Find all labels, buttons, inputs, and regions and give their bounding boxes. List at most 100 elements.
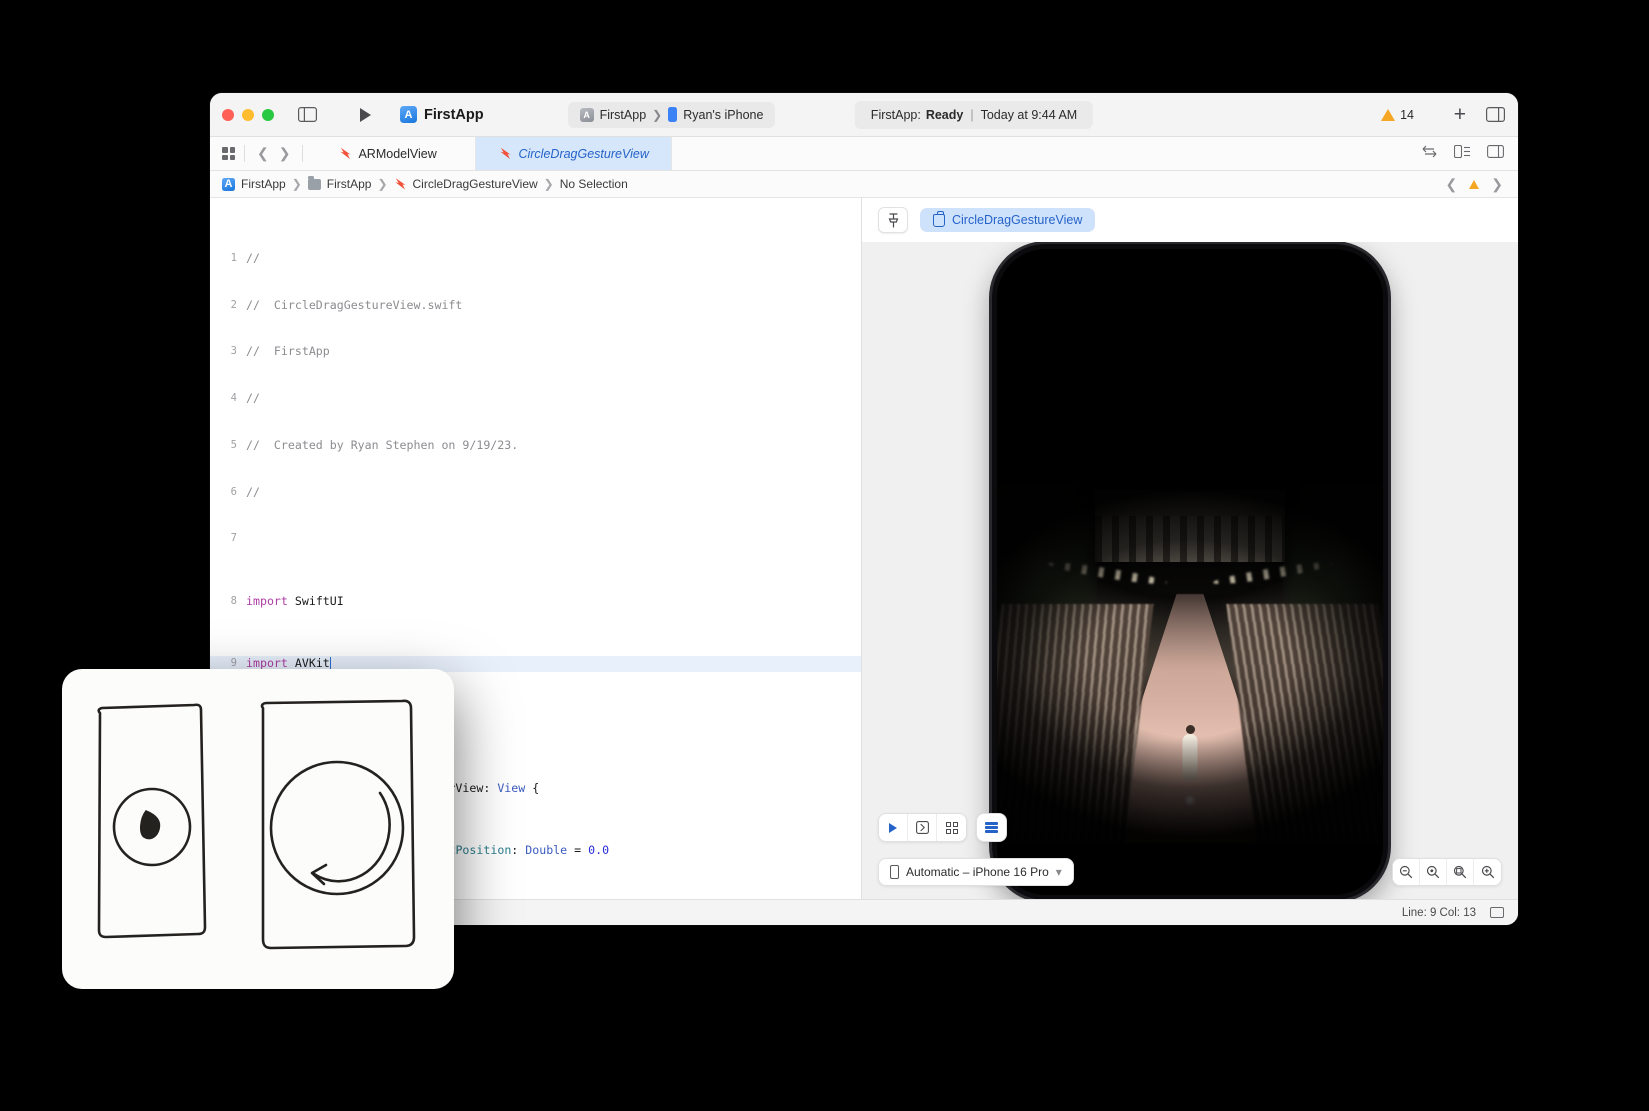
breadcrumb-item-group[interactable]: FirstApp	[327, 177, 372, 191]
warning-triangle-icon[interactable]	[1469, 179, 1480, 189]
tab-label: CircleDragGestureView	[518, 146, 649, 161]
zoom-out-button[interactable]	[1393, 859, 1420, 885]
live-preview-button[interactable]	[908, 814, 937, 841]
line-number: 3	[230, 345, 237, 358]
device-settings-button[interactable]	[977, 814, 1006, 841]
line-text: // CircleDragGestureView.swift	[246, 297, 463, 312]
status-time: Today at 9:44 AM	[980, 107, 1078, 122]
warning-count: 14	[1400, 107, 1414, 122]
device-screen	[997, 248, 1383, 895]
screenshot-scene: FirstApp FirstApp ❯ Ryan's iPhone FirstA…	[0, 0, 1649, 1111]
line-text: // Created by Ryan Stephen on 9/19/23.	[246, 437, 519, 452]
line-number: 2	[230, 298, 237, 311]
tab-bar-navigation: ❮ ❯	[210, 137, 316, 170]
folder-icon	[307, 175, 321, 190]
video-player-runway-fashion-show	[997, 248, 1383, 895]
breadcrumb-separator: ❯	[291, 177, 302, 191]
breadcrumb: FirstApp ❯ FirstApp ❯ CircleDragGestureV…	[210, 171, 1518, 198]
line-number: 5	[230, 438, 237, 451]
preview-device-settings-group	[976, 813, 1007, 842]
sketch-drawing	[97, 699, 416, 950]
next-issue-button[interactable]: ❯	[1488, 176, 1506, 193]
swift-file-icon	[498, 147, 511, 160]
sketch-description: Two hand-drawn phone frames: left with a…	[62, 669, 63, 670]
run-button[interactable]	[354, 104, 376, 126]
preview-tab-label: CircleDragGestureView	[952, 213, 1083, 227]
line-number: 6	[230, 485, 237, 498]
destination-device: Ryan's iPhone	[683, 107, 764, 122]
maximize-window-button[interactable]	[262, 108, 274, 121]
breadcrumb-item-project[interactable]: FirstApp	[241, 177, 286, 191]
line-text: //	[246, 391, 260, 406]
zoom-in-button[interactable]	[1474, 859, 1501, 885]
zoom-actual-size-button[interactable]	[1447, 859, 1474, 885]
swift-file-icon	[338, 147, 351, 160]
scheme-selector[interactable]: FirstApp	[400, 106, 484, 123]
preview-canvas: CircleDragGestureView Automatic – iPhone…	[862, 198, 1518, 899]
code-line: 8 import SwiftUI	[210, 594, 861, 610]
code-line: 7	[210, 531, 861, 547]
chevron-down-icon: ▾	[1055, 865, 1062, 879]
canvas-preview-controls	[878, 813, 1007, 842]
run-destination-selector[interactable]: FirstApp ❯ Ryan's iPhone	[567, 101, 776, 128]
canvas-stage[interactable]: Automatic – iPhone 16 Pro ▾	[862, 242, 1518, 899]
project-icon	[579, 107, 594, 122]
status-separator: |	[970, 107, 974, 122]
preview-variants-button[interactable]	[937, 814, 966, 841]
breadcrumb-right-controls: ❮ ❯	[1443, 176, 1506, 193]
line-number: 7	[230, 532, 237, 545]
status-state: Ready	[925, 107, 964, 122]
breadcrumb-item-selection[interactable]: No Selection	[560, 177, 628, 191]
line-text: //	[246, 484, 260, 499]
display-options-icon[interactable]	[1490, 907, 1504, 918]
status-prefix: FirstApp:	[870, 107, 921, 122]
hand-drawn-wireframe-sketch[interactable]: Two hand-drawn phone frames: left with a…	[62, 669, 454, 989]
iphone-icon	[668, 107, 678, 122]
text-caret	[329, 657, 332, 670]
close-window-button[interactable]	[222, 108, 234, 121]
preview-device-selector[interactable]: Automatic – iPhone 16 Pro ▾	[878, 858, 1074, 886]
zoom-to-fit-button[interactable]	[1420, 859, 1447, 885]
minimize-window-button[interactable]	[242, 108, 254, 121]
play-preview-button[interactable]	[879, 814, 908, 841]
editor-options-icon[interactable]	[1453, 144, 1471, 163]
activity-status-bar[interactable]: FirstApp: Ready | Today at 9:44 AM	[854, 100, 1094, 129]
code-line: 3 // FirstApp	[210, 344, 861, 360]
tab-armodelview[interactable]: ARModelView	[316, 137, 477, 170]
inspector-sidebar-toggle-icon[interactable]	[1484, 106, 1506, 124]
canvas-toggle-icon[interactable]	[1487, 144, 1504, 163]
code-review-icon[interactable]	[1421, 145, 1438, 163]
tab-overview-icon[interactable]	[222, 147, 235, 160]
tab-circledraggestureview[interactable]: CircleDragGestureView	[476, 137, 672, 170]
canvas-zoom-controls	[1392, 858, 1502, 886]
line-text: import SwiftUI	[246, 593, 344, 608]
navigator-sidebar-toggle-icon[interactable]	[296, 106, 318, 124]
divider	[302, 145, 304, 162]
pin-preview-button[interactable]	[878, 207, 908, 233]
scheme-name: FirstApp	[424, 106, 484, 123]
editor-tab-bar: ❮ ❯ ARModelView CircleDragGestureView	[210, 137, 1518, 171]
destination-separator: ❯	[652, 107, 663, 122]
destination-project: FirstApp	[599, 107, 647, 122]
go-back-button[interactable]: ❮	[254, 145, 272, 162]
preview-playback-group	[878, 813, 967, 842]
add-editor-button[interactable]: +	[1454, 104, 1466, 125]
project-icon	[222, 177, 235, 191]
previous-issue-button[interactable]: ❮	[1443, 176, 1461, 193]
toolbar-right-controls: +	[1454, 104, 1506, 125]
code-line: 2 // CircleDragGestureView.swift	[210, 298, 861, 314]
video-frame	[997, 483, 1383, 844]
code-line: 1 //	[210, 251, 861, 267]
vignette-overlay	[997, 483, 1383, 844]
preview-tab-circledraggestureview[interactable]: CircleDragGestureView	[920, 208, 1096, 232]
go-forward-button[interactable]: ❯	[276, 145, 294, 162]
line-number: 8	[230, 594, 237, 607]
warning-triangle-icon	[1381, 108, 1396, 121]
iphone-preview-device[interactable]	[992, 243, 1388, 899]
window-toolbar: FirstApp FirstApp ❯ Ryan's iPhone FirstA…	[210, 93, 1518, 137]
breadcrumb-item-file[interactable]: CircleDragGestureView	[413, 177, 538, 191]
code-line: 4 //	[210, 391, 861, 407]
app-icon	[400, 106, 417, 123]
warnings-indicator[interactable]: 14	[1381, 108, 1414, 122]
tab-label: ARModelView	[358, 146, 437, 161]
